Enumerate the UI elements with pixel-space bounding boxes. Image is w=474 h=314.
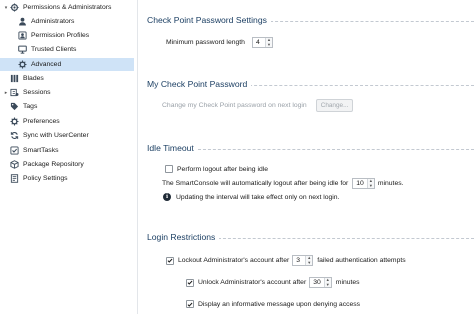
- tag-icon: [9, 102, 20, 112]
- package-icon: [9, 160, 20, 170]
- auto-logout-row: The SmartConsole will automatically logo…: [162, 178, 404, 189]
- auto-logout-suffix: minutes.: [377, 180, 404, 187]
- section-divider: [244, 85, 474, 86]
- change-password-row: Change my Check Point password on next l…: [162, 99, 354, 112]
- unlock-checkbox[interactable]: [186, 278, 194, 287]
- stepper-value[interactable]: 3: [293, 256, 305, 265]
- info-icon: i: [163, 193, 171, 201]
- sync-icon: [9, 131, 20, 141]
- perform-logout-row: Perform logout after being idle: [165, 165, 268, 173]
- min-password-length-row: Minimum password length 4 ▲ ▼: [166, 37, 273, 48]
- sidebar-item-label: Trusted Clients: [31, 46, 77, 53]
- stepper-down-icon[interactable]: ▼: [325, 282, 331, 288]
- idle-info-text: Updating the interval will take effect o…: [176, 193, 340, 201]
- monitor-icon: [17, 45, 28, 55]
- sidebar-item-smarttasks[interactable]: SmartTasks: [0, 144, 137, 157]
- sidebar-item-label: Advanced: [31, 61, 62, 68]
- blades-icon: [9, 74, 20, 84]
- unlock-row: Unlock Administrator's account after 30 …: [186, 277, 360, 288]
- stepper-value[interactable]: 4: [253, 38, 265, 47]
- sidebar-item-label: Permission Profiles: [31, 32, 90, 39]
- section-title-idle-timeout: Idle Timeout: [147, 143, 198, 153]
- sidebar-item-blades[interactable]: Blades: [0, 72, 137, 85]
- tasks-icon: [9, 146, 20, 156]
- sidebar-item-preferences[interactable]: Preferences: [0, 115, 137, 128]
- sidebar-item-label: Sync with UserCenter: [23, 132, 89, 139]
- perform-logout-checkbox[interactable]: [165, 165, 173, 173]
- user-icon: [17, 17, 28, 27]
- display-message-checkbox[interactable]: [186, 300, 194, 308]
- stepper-down-icon[interactable]: ▼: [306, 260, 312, 266]
- sidebar-item-label: Tags: [23, 103, 38, 110]
- display-message-label: Display an informative message upon deny…: [198, 300, 361, 308]
- auto-logout-prefix: The SmartConsole will automatically logo…: [162, 180, 349, 187]
- sidebar-item-package-repository[interactable]: Package Repository: [0, 158, 137, 171]
- sidebar-item-label: Blades: [23, 75, 44, 82]
- stepper-arrows[interactable]: ▲ ▼: [264, 37, 272, 48]
- sidebar-item-label: Permissions & Administrators: [23, 4, 112, 11]
- stepper-value[interactable]: 10: [353, 179, 367, 188]
- section-divider: [218, 238, 474, 239]
- section-divider: [198, 149, 474, 150]
- stepper-value[interactable]: 30: [310, 278, 324, 287]
- stepper-down-icon[interactable]: ▼: [368, 183, 374, 189]
- stepper-arrows[interactable]: ▲ ▼: [323, 277, 331, 288]
- lockout-suffix: failed authentication attempts: [317, 257, 406, 264]
- section-divider: [260, 21, 474, 22]
- lockout-checkbox[interactable]: [166, 256, 174, 265]
- idle-info-row: i Updating the interval will take effect…: [163, 193, 339, 201]
- lockout-attempts-stepper[interactable]: 3 ▲ ▼: [292, 255, 314, 266]
- sidebar-item-sessions[interactable]: ▸ Sessions: [0, 86, 137, 99]
- sessions-icon: [9, 88, 20, 98]
- sidebar-item-advanced[interactable]: Advanced: [0, 58, 134, 71]
- sidebar-item-label: Preferences: [23, 118, 60, 125]
- advanced-settings-panel: Check Point Password Settings Minimum pa…: [140, 0, 474, 314]
- unlock-minutes-stepper[interactable]: 30 ▲ ▼: [309, 277, 332, 288]
- sidebar-item-label: Administrators: [31, 18, 75, 25]
- policy-icon: [9, 174, 20, 184]
- sidebar-item-label: Package Repository: [23, 161, 84, 168]
- section-title-login-restrictions: Login Restrictions: [147, 232, 220, 242]
- profile-icon: [17, 31, 28, 41]
- sidebar-item-policy-settings[interactable]: Policy Settings: [0, 172, 137, 185]
- min-password-length-label: Minimum password length: [166, 39, 245, 46]
- sidebar-item-sync-usercenter[interactable]: Sync with UserCenter: [0, 129, 137, 142]
- checkmark-icon: [167, 258, 173, 263]
- unlock-suffix: minutes: [335, 279, 360, 286]
- change-password-label: Change my Check Point password on next l…: [162, 102, 307, 109]
- stepper-down-icon[interactable]: ▼: [266, 42, 272, 48]
- idle-minutes-stepper[interactable]: 10 ▲ ▼: [352, 178, 375, 189]
- checkmark-icon: [187, 280, 193, 285]
- gear-icon: [9, 117, 20, 127]
- change-password-button[interactable]: Change...: [315, 99, 354, 112]
- sidebar-item-label: SmartTasks: [23, 147, 59, 154]
- gear-icon: [17, 60, 28, 70]
- sidebar-item-tags[interactable]: Tags: [0, 100, 137, 113]
- sidebar-item-permission-profiles[interactable]: Permission Profiles: [0, 29, 137, 42]
- checkmark-icon: [187, 302, 193, 307]
- settings-sidebar: ▾ Permissions & Administrators Administr…: [0, 0, 138, 314]
- sidebar-item-permissions-administrators[interactable]: ▾ Permissions & Administrators: [0, 1, 137, 14]
- sidebar-item-trusted-clients[interactable]: Trusted Clients: [0, 43, 137, 56]
- unlock-prefix: Unlock Administrator's account after: [198, 279, 307, 286]
- section-title-my-password: My Check Point Password: [147, 79, 252, 89]
- sidebar-item-label: Policy Settings: [23, 175, 68, 182]
- display-message-row: Display an informative message upon deny…: [186, 300, 360, 308]
- permissions-icon: [9, 3, 20, 13]
- stepper-arrows[interactable]: ▲ ▼: [305, 255, 313, 266]
- sidebar-item-administrators[interactable]: Administrators: [0, 15, 137, 28]
- perform-logout-label: Perform logout after being idle: [177, 165, 269, 173]
- sidebar-item-label: Sessions: [23, 89, 51, 96]
- lockout-prefix: Lockout Administrator's account after: [178, 257, 290, 264]
- section-title-password-settings: Check Point Password Settings: [147, 15, 271, 25]
- stepper-arrows[interactable]: ▲ ▼: [366, 178, 374, 189]
- lockout-row: Lockout Administrator's account after 3 …: [166, 255, 406, 266]
- min-password-length-stepper[interactable]: 4 ▲ ▼: [251, 37, 273, 48]
